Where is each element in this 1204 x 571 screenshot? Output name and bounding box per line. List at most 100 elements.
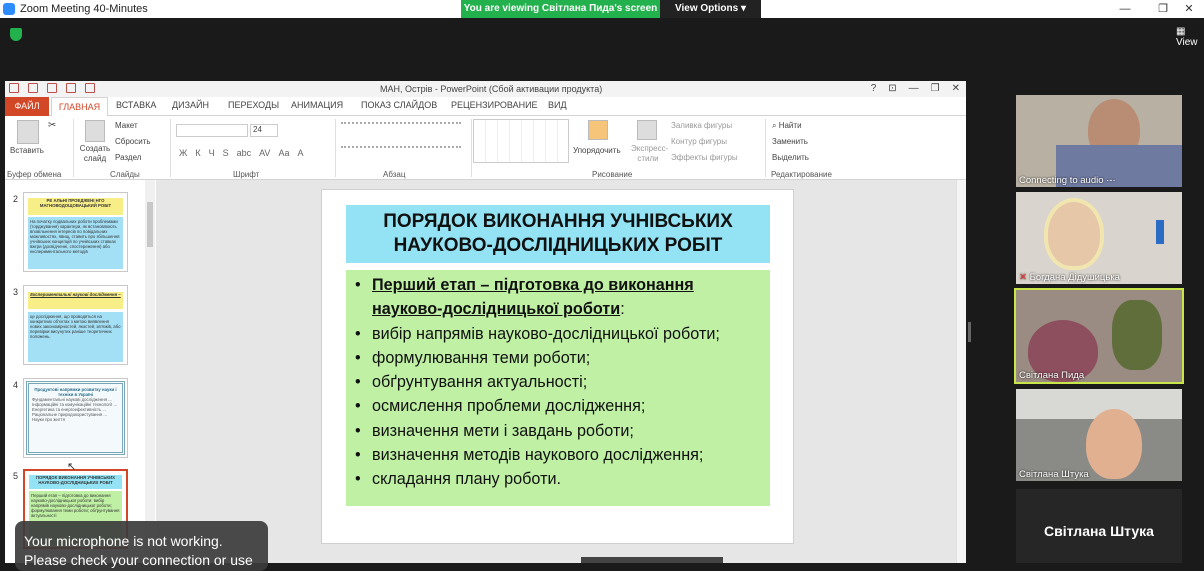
- tab-view[interactable]: ВИД: [548, 100, 567, 110]
- view-button[interactable]: ▦ View: [1176, 26, 1204, 48]
- spacing-button[interactable]: AV: [259, 148, 270, 158]
- screen-share-banner: You are viewing Світлана Пида's screen V…: [461, 0, 761, 18]
- view-options-button[interactable]: View Options ▾: [660, 0, 761, 18]
- slideshow-icon[interactable]: [85, 83, 95, 93]
- arrange-button[interactable]: Упорядочить: [573, 146, 621, 155]
- participant-name: Світлана Пида: [1019, 370, 1085, 381]
- viewing-notice: You are viewing Світлана Пида's screen: [461, 0, 660, 18]
- find-button[interactable]: ⌕ Найти: [772, 121, 802, 131]
- shape-fill-button[interactable]: Заливка фигуры: [671, 121, 732, 130]
- close-button[interactable]: ✕: [1174, 0, 1204, 18]
- shadow-button[interactable]: S: [223, 148, 229, 158]
- ribbon-display-button[interactable]: ⊡: [888, 83, 896, 94]
- font-color-button[interactable]: A: [297, 148, 303, 158]
- select-button[interactable]: Выделить: [772, 153, 809, 162]
- slide-title[interactable]: ПОРЯДОК ВИКОНАННЯ УЧНІВСЬКИХ НАУКОВО-ДОС…: [346, 205, 770, 263]
- thumb-number: 2: [13, 194, 19, 204]
- ppt-minimize-button[interactable]: —: [909, 83, 919, 94]
- strikethrough-button[interactable]: abc: [237, 148, 252, 158]
- reset-button[interactable]: Сбросить: [115, 137, 151, 146]
- new-slide-icon[interactable]: [85, 120, 105, 142]
- toast-line-1: Your microphone is not working.: [24, 533, 223, 549]
- slide-bullet: формулювання теми роботи;: [352, 346, 764, 371]
- list-buttons[interactable]: [341, 122, 461, 132]
- tab-transitions[interactable]: ПЕРЕХОДЫ: [228, 100, 279, 110]
- slide-body[interactable]: Перший етап – підготовка до виконання на…: [346, 270, 770, 506]
- thumb-number: 3: [13, 287, 19, 297]
- group-divider: [471, 119, 472, 177]
- participant-video-active-speaker[interactable]: Світлана Пида: [1014, 288, 1184, 384]
- layout-button[interactable]: Макет: [115, 121, 138, 130]
- participant-video-off[interactable]: Світлана Штука: [1016, 489, 1182, 563]
- paste-button[interactable]: Вставить: [10, 146, 44, 155]
- slide-scrollbar[interactable]: [956, 180, 966, 563]
- slide-editing-area: ПОРЯДОК ВИКОНАННЯ УЧНІВСЬКИХ НАУКОВО-ДОС…: [156, 180, 956, 563]
- mouse-cursor-icon: ↖: [67, 461, 77, 473]
- tab-insert[interactable]: ВСТАВКА: [116, 100, 156, 110]
- ppt-close-button[interactable]: ✕: [952, 83, 960, 94]
- ppt-restore-button[interactable]: ❐: [931, 83, 940, 94]
- group-divider: [73, 119, 74, 177]
- align-buttons[interactable]: [341, 146, 461, 156]
- quick-styles-icon[interactable]: [637, 120, 657, 140]
- powerpoint-window: МАН, Острів - PowerPoint (Сбой активации…: [5, 81, 966, 563]
- participant-name: Світлана Штука: [1019, 469, 1089, 480]
- quick-styles-button[interactable]: Экспресс-стили: [631, 144, 668, 164]
- redo-icon[interactable]: [66, 83, 76, 93]
- thumb-title: ПОРЯДОК ВИКОНАННЯ УЧНІВСЬКИХ НАУКОВО-ДОС…: [29, 475, 122, 489]
- tab-home[interactable]: ГЛАВНАЯ: [51, 97, 108, 117]
- participant-video[interactable]: ✕ Богдана Дідушицька: [1016, 192, 1182, 284]
- participant-video[interactable]: Connecting to audio ·-·: [1016, 95, 1182, 187]
- shape-outline-button[interactable]: Контур фигуры: [671, 137, 727, 146]
- help-button[interactable]: ?: [871, 83, 877, 94]
- paste-icon[interactable]: [17, 120, 39, 144]
- participant-name: Connecting to audio ·-·: [1019, 175, 1116, 186]
- encryption-shield-icon[interactable]: [10, 28, 22, 41]
- slide-thumbnail-2[interactable]: РЕ АЛЬНІ ПРОЕДЖЕНІ НГО МАГНОВОДОЩОВАЦЬКИ…: [23, 192, 128, 272]
- case-button[interactable]: Aa: [278, 148, 289, 158]
- slide-thumbnail-3[interactable]: Експериментальні наукові дослідження – ц…: [23, 285, 128, 365]
- find-label: Найти: [778, 121, 802, 130]
- stage-heading: Перший етап – підготовка до виконання на…: [372, 276, 694, 319]
- thumb-body: Продуктові напрямки розвитку науки і тех…: [26, 381, 125, 455]
- group-slides: Слайды: [110, 170, 140, 179]
- heading-colon: :: [620, 300, 625, 319]
- bold-button[interactable]: Ж: [179, 148, 187, 158]
- tab-review[interactable]: РЕЦЕНЗИРОВАНИЕ: [451, 100, 538, 110]
- shapes-gallery[interactable]: [473, 119, 569, 163]
- undo-icon[interactable]: [47, 83, 57, 93]
- notes-splitter[interactable]: [581, 557, 723, 563]
- thumbnails-scrollbar[interactable]: [145, 180, 155, 563]
- current-slide[interactable]: ПОРЯДОК ВИКОНАННЯ УЧНІВСЬКИХ НАУКОВО-ДОС…: [321, 189, 794, 544]
- save-icon[interactable]: [28, 83, 38, 93]
- participant-video[interactable]: Світлана Штука: [1016, 389, 1182, 481]
- tab-animation[interactable]: АНИМАЦИЯ: [291, 100, 343, 110]
- panel-resize-handle[interactable]: [968, 322, 971, 342]
- slide-thumbnail-4[interactable]: Продуктові напрямки розвитку науки і тех…: [23, 378, 128, 458]
- group-paragraph: Абзац: [383, 170, 406, 179]
- slide-bullet-heading: Перший етап – підготовка до виконання на…: [352, 273, 764, 322]
- underline-button[interactable]: Ч: [209, 148, 215, 158]
- thumbnails-scroll-thumb[interactable]: [147, 202, 153, 247]
- scissors-icon[interactable]: ✂: [48, 120, 56, 131]
- section-button[interactable]: Раздел: [115, 153, 141, 162]
- replace-button[interactable]: Заменить: [772, 137, 808, 146]
- slide-bullet: обґрунтування актуальності;: [352, 370, 764, 395]
- ppt-window-controls: ? ⊡ — ❐ ✕: [871, 83, 960, 94]
- tab-file[interactable]: ФАЙЛ: [5, 97, 49, 116]
- arrange-icon[interactable]: [588, 120, 608, 140]
- participant-name-label: Богдана Дідушицька: [1029, 272, 1120, 283]
- minimize-button[interactable]: —: [1110, 0, 1140, 18]
- ppt-logo-icon: [9, 83, 19, 93]
- new-slide-button[interactable]: Создать слайд: [79, 144, 111, 164]
- binoculars-icon: ⌕: [772, 121, 779, 130]
- tab-design[interactable]: ДИЗАЙН: [172, 100, 209, 110]
- toast-line-2: Please check your connection or use: [24, 552, 253, 568]
- italic-button[interactable]: К: [195, 148, 200, 158]
- font-size-select[interactable]: 24: [250, 124, 278, 137]
- thumb-title: Продуктові напрямки розвитку науки і тех…: [34, 387, 117, 397]
- font-name-select[interactable]: [176, 124, 248, 137]
- tab-slideshow[interactable]: ПОКАЗ СЛАЙДОВ: [361, 100, 437, 110]
- participant-face: [1086, 409, 1142, 479]
- shape-effects-button[interactable]: Эффекты фигуры: [671, 153, 738, 162]
